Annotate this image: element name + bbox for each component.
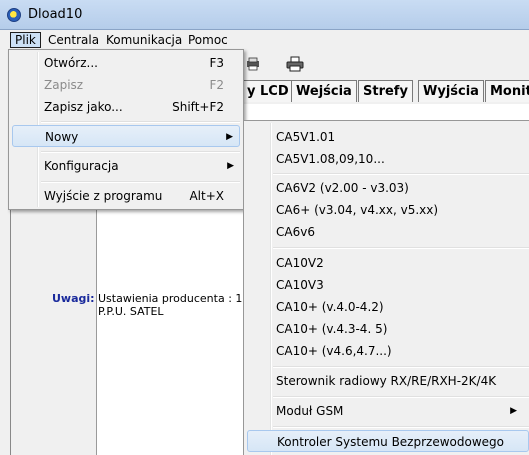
menu-separator xyxy=(273,426,529,428)
submenu-item[interactable]: CA6+ (v3.04, v4.xx, v5.xx) xyxy=(247,199,529,221)
submenu-arrow-icon: ▶ xyxy=(510,406,517,416)
menu-separator xyxy=(273,173,529,175)
menu-separator xyxy=(273,396,529,398)
submenu-item[interactable]: CA10+ (v4.6,4.7...) xyxy=(247,340,529,362)
menu-separator xyxy=(41,121,240,123)
tab-wejscia[interactable]: Wejścia xyxy=(291,80,357,102)
submenu-item[interactable]: CA5V1.08,09,10... xyxy=(247,148,529,170)
menu-komunikacja[interactable]: Komunikacja xyxy=(102,32,186,48)
tab-strefy[interactable]: Strefy xyxy=(358,80,413,102)
submenu-item[interactable]: CA6v6 xyxy=(247,221,529,243)
submenu-item[interactable]: CA10+ (v.4.0-4.2) xyxy=(247,296,529,318)
uwagi-label: Uwagi: xyxy=(52,292,95,305)
title-bar: Dload10 xyxy=(0,0,529,30)
new-submenu: CA5V1.01 CA5V1.08,09,10... CA6V2 (v2.00 … xyxy=(243,120,529,455)
menu-pomoc[interactable]: Pomoc xyxy=(184,32,232,48)
menu-separator xyxy=(273,366,529,368)
submenu-item[interactable]: CA6V2 (v2.00 - v3.03) xyxy=(247,177,529,199)
submenu-item[interactable]: CA10V2 xyxy=(247,252,529,274)
tab-monit[interactable]: Monit xyxy=(485,80,529,102)
menu-item-configuration[interactable]: Konfiguracja ▶ xyxy=(12,155,240,177)
printer-icon[interactable] xyxy=(284,53,306,75)
menu-separator xyxy=(41,181,240,183)
menu-bar: Plik Centrala Komunikacja Pomoc xyxy=(0,30,529,50)
submenu-item[interactable]: CA10+ (v.4.3-4. 5) xyxy=(247,318,529,340)
app-icon xyxy=(7,8,21,22)
window-title: Dload10 xyxy=(28,7,83,22)
menu-plik[interactable]: Plik xyxy=(10,32,41,48)
menu-separator xyxy=(41,151,240,153)
tab-lcd[interactable]: y LCD xyxy=(242,80,294,102)
submenu-item[interactable]: CA10V3 xyxy=(247,274,529,296)
submenu-item[interactable]: Sterownik radiowy RX/RE/RXH-2K/4K xyxy=(247,370,529,392)
menu-item-open[interactable]: Otwórz... F3 xyxy=(12,52,240,74)
menu-item-save-as[interactable]: Zapisz jako... Shift+F2 xyxy=(12,96,240,118)
tool-icon[interactable] xyxy=(242,53,264,75)
submenu-item-wireless-controller[interactable]: Kontroler Systemu Bezprzewodowego xyxy=(247,430,529,452)
file-menu: Otwórz... F3 Zapisz F2 Zapisz jako... Sh… xyxy=(8,49,244,210)
tab-wyjscia[interactable]: Wyjścia xyxy=(418,80,484,102)
menu-separator xyxy=(273,247,529,249)
menu-item-exit[interactable]: Wyjście z programu Alt+X xyxy=(12,185,240,207)
menu-centrala[interactable]: Centrala xyxy=(44,32,103,48)
submenu-item-gsm[interactable]: Moduł GSM ▶ xyxy=(247,400,529,422)
menu-item-new[interactable]: Nowy ▶ xyxy=(12,125,240,147)
menu-item-save[interactable]: Zapisz F2 xyxy=(12,74,240,96)
submenu-item[interactable]: CA5V1.01 xyxy=(247,126,529,148)
uwagi-text: Ustawienia producenta : 1 stre P.P.U. SA… xyxy=(98,292,267,318)
submenu-arrow-icon: ▶ xyxy=(226,132,233,142)
submenu-arrow-icon: ▶ xyxy=(227,161,234,171)
